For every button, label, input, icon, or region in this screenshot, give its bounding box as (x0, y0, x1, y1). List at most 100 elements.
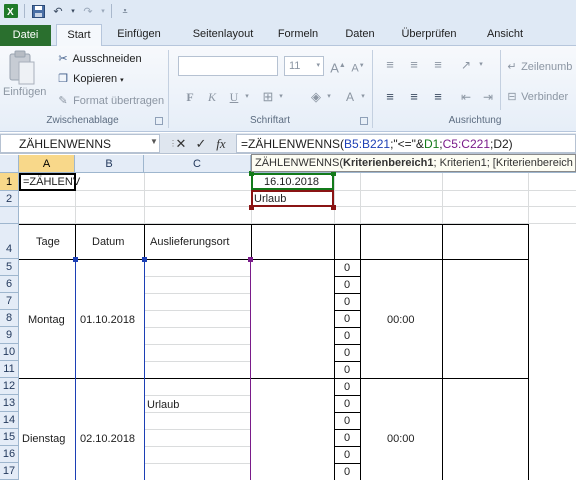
align-middle-icon[interactable]: ≡ (404, 56, 424, 74)
tooltip-active-argument[interactable]: Kriterienbereich1 (343, 157, 433, 169)
font-size-select[interactable]: 11 ▾ (284, 56, 324, 76)
row-header-15[interactable]: 15 (0, 429, 19, 446)
cell-e10[interactable]: 0 (344, 347, 350, 359)
tab-file[interactable]: Datei (0, 25, 51, 46)
row-header-14[interactable]: 14 (0, 412, 19, 429)
cell-c4[interactable]: Auslieferungsort (150, 236, 230, 248)
clipboard-launcher-icon[interactable] (155, 117, 163, 125)
row-header-16[interactable]: 16 (0, 446, 19, 463)
align-left-icon[interactable]: ≡ (380, 88, 400, 106)
cell-a1[interactable]: =ZÄHLENV (23, 176, 80, 188)
redo-icon[interactable]: ↷ (79, 2, 97, 20)
fill-dropdown-icon[interactable]: ▾ (324, 88, 334, 106)
cell-f15[interactable]: 00:00 (387, 433, 415, 445)
indent-increase-icon[interactable]: ⇥ (478, 88, 498, 106)
row-header-17[interactable]: 17 (0, 463, 19, 480)
cell-e17[interactable]: 0 (344, 466, 350, 478)
row-header-11[interactable]: 11 (0, 361, 19, 378)
copy-button[interactable]: ❐ Kopieren ▾ (56, 72, 124, 85)
worksheet-grid[interactable]: A B C 1 2 4 5 6 7 8 9 10 11 12 13 14 15 … (0, 155, 576, 480)
merge-button[interactable]: ⊟ Verbinder (506, 90, 568, 103)
customize-qat-icon[interactable]: ⩡ (116, 2, 134, 20)
formula-input[interactable]: =ZÄHLENWENNS(B5:B221;"<="&D1;C5:C221;D2) (236, 134, 576, 153)
undo-dropdown-icon[interactable]: ▾ (69, 2, 77, 20)
cell-a4[interactable]: Tage (36, 236, 60, 248)
cell-d1[interactable]: 16.10.2018 (264, 176, 319, 188)
row-header-5[interactable]: 5 (0, 259, 19, 276)
align-bottom-icon[interactable]: ≡ (428, 56, 448, 74)
row-header-4[interactable]: 4 (0, 224, 19, 259)
row-header-12[interactable]: 12 (0, 378, 19, 395)
cell-e13[interactable]: 0 (344, 398, 350, 410)
column-header-a[interactable]: A (19, 155, 75, 173)
cut-button[interactable]: ✂ Ausschneiden (56, 52, 141, 65)
cell-e12[interactable]: 0 (344, 381, 350, 393)
row-header-7[interactable]: 7 (0, 293, 19, 310)
italic-button[interactable]: K (202, 88, 222, 106)
font-launcher-icon[interactable] (360, 117, 368, 125)
underline-dropdown-icon[interactable]: ▾ (242, 88, 252, 106)
format-painter-button[interactable]: ✎ Format übertragen (56, 94, 164, 107)
row-header-9[interactable]: 9 (0, 327, 19, 344)
cell-a8[interactable]: Montag (28, 314, 65, 326)
tab-home[interactable]: Start (56, 24, 102, 47)
row-header-10[interactable]: 10 (0, 344, 19, 361)
cell-e16[interactable]: 0 (344, 449, 350, 461)
range-handle[interactable] (73, 257, 78, 262)
tab-formulas[interactable]: Formeln (273, 24, 323, 46)
column-header-b[interactable]: B (75, 155, 144, 173)
tab-view[interactable]: Ansicht (482, 24, 528, 46)
cell-e5[interactable]: 0 (344, 262, 350, 274)
font-color-dropdown-icon[interactable]: ▾ (358, 88, 368, 106)
range-handle[interactable] (142, 257, 147, 262)
font-name-select[interactable] (178, 56, 278, 76)
font-color-icon[interactable]: A (340, 88, 360, 106)
cell-b4[interactable]: Datum (92, 236, 124, 248)
cancel-icon[interactable]: ✕ (172, 135, 190, 152)
insert-function-icon[interactable]: fx (212, 135, 230, 152)
cell-e11[interactable]: 0 (344, 364, 350, 376)
row-header-1[interactable]: 1 (0, 173, 19, 191)
save-icon[interactable] (29, 2, 47, 20)
enter-icon[interactable]: ✓ (192, 135, 210, 152)
cell-b8[interactable]: 01.10.2018 (80, 314, 135, 326)
cell-a15[interactable]: Dienstag (22, 433, 65, 445)
shrink-font-button[interactable]: A▼ (348, 57, 368, 75)
cell-c13[interactable]: Urlaub (147, 399, 179, 411)
border-icon[interactable]: ⊞ (258, 88, 278, 106)
cell-e14[interactable]: 0 (344, 415, 350, 427)
cell-d2[interactable]: Urlaub (254, 193, 286, 205)
orientation-dropdown-icon[interactable]: ▾ (476, 56, 486, 74)
row-header-2[interactable]: 2 (0, 191, 19, 207)
tab-data[interactable]: Daten (341, 24, 379, 46)
row-header-13[interactable]: 13 (0, 395, 19, 412)
align-top-icon[interactable]: ≡ (380, 56, 400, 74)
cell-e7[interactable]: 0 (344, 296, 350, 308)
tab-insert[interactable]: Einfügen (112, 24, 166, 46)
underline-button[interactable]: U (224, 88, 244, 106)
range-handle[interactable] (249, 205, 254, 210)
name-box[interactable]: ZÄHLENWENNS (0, 134, 160, 153)
name-box-dropdown-icon[interactable]: ▼ (150, 137, 158, 146)
fill-color-icon[interactable]: ◈ (306, 88, 326, 106)
orientation-icon[interactable]: ↗ (456, 56, 476, 74)
border-dropdown-icon[interactable]: ▾ (276, 88, 286, 106)
redo-dropdown-icon[interactable]: ▾ (99, 2, 107, 20)
align-right-icon[interactable]: ≡ (428, 88, 448, 106)
row-header-6[interactable]: 6 (0, 276, 19, 293)
range-handle[interactable] (331, 205, 336, 210)
row-header-8[interactable]: 8 (0, 310, 19, 327)
row-header-3[interactable] (0, 207, 19, 224)
cell-e15[interactable]: 0 (344, 432, 350, 444)
range-handle[interactable] (248, 257, 253, 262)
select-all-corner[interactable] (0, 155, 19, 173)
wrap-text-button[interactable]: ↵ Zeilenumb (506, 60, 572, 73)
copy-dropdown-icon[interactable]: ▾ (120, 77, 124, 84)
cell-e9[interactable]: 0 (344, 330, 350, 342)
align-center-icon[interactable]: ≡ (404, 88, 424, 106)
cell-e6[interactable]: 0 (344, 279, 350, 291)
tooltip-function-name[interactable]: ZÄHLENWENNS( (255, 157, 343, 169)
grow-font-button[interactable]: A▲ (328, 57, 348, 75)
cell-b15[interactable]: 02.10.2018 (80, 433, 135, 445)
tab-review[interactable]: Überprüfen (397, 24, 461, 46)
